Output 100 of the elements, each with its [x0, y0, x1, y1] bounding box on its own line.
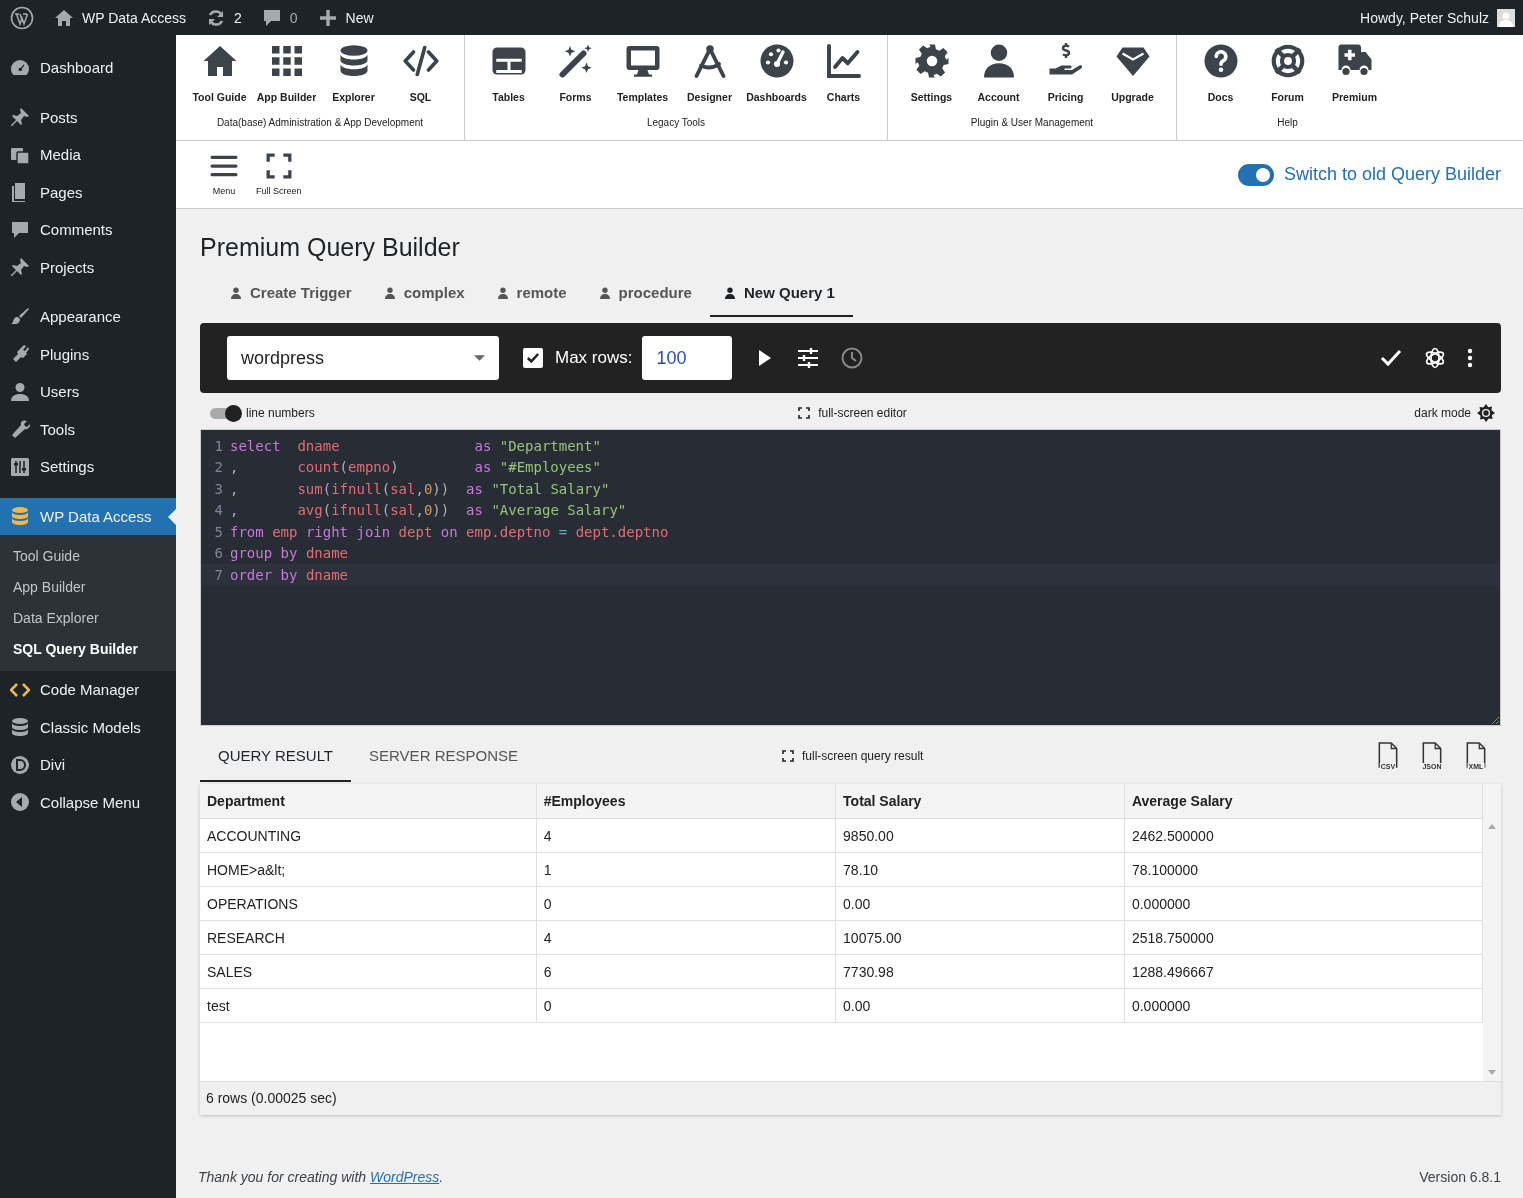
toolbar-button[interactable]: SQL: [387, 35, 454, 103]
sidebar-item[interactable]: Settings: [0, 448, 176, 486]
table-cell: 2518.750000: [1124, 920, 1483, 955]
user-icon: [496, 286, 509, 299]
submenu-item[interactable]: SQL Query Builder: [0, 634, 176, 665]
avatar-icon: [1497, 8, 1515, 27]
toolbar-button[interactable]: Pricing: [1032, 35, 1099, 103]
query-tab[interactable]: procedure: [584, 274, 710, 317]
sidebar-item[interactable]: Tools: [0, 410, 176, 448]
toolbar-button[interactable]: Forms: [542, 35, 609, 103]
table-cell: 0.00: [835, 886, 1125, 921]
menu-icon: [210, 153, 238, 179]
sidebar-item[interactable]: Dashboard: [0, 49, 176, 87]
toolbar-group-label: Data(base) Administration & App Development: [216, 117, 424, 128]
site-name-link[interactable]: WP Data Access: [82, 9, 186, 26]
menu-button[interactable]: Menu: [206, 153, 242, 196]
sidebar-item[interactable]: Code Manager: [0, 671, 176, 709]
sidebar-item[interactable]: Appearance: [0, 298, 176, 336]
column-header[interactable]: Total Salary: [835, 784, 1125, 819]
home-icon: [201, 43, 238, 79]
submenu-item[interactable]: App Builder: [0, 572, 176, 603]
toolbar-button[interactable]: Tool Guide: [186, 35, 253, 103]
greeting-link[interactable]: Howdy, Peter Schulz: [1360, 9, 1489, 26]
refresh-icon: [206, 7, 226, 28]
table-cell: HOME>a&lt;: [200, 852, 537, 887]
sidebar-item[interactable]: WP Data Access: [0, 497, 176, 535]
toolbar-button[interactable]: Forum: [1254, 35, 1321, 103]
collapse-icon: [10, 792, 30, 813]
toolbar-button[interactable]: Settings: [898, 35, 965, 103]
max-rows-checkbox[interactable]: [523, 348, 543, 368]
sidebar-item[interactable]: Collapse Menu: [0, 783, 176, 821]
column-header[interactable]: Department: [200, 784, 537, 819]
table-cell: 9850.00: [835, 818, 1125, 853]
sidebar-item[interactable]: Divi: [0, 746, 176, 784]
sidebar-item[interactable]: Users: [0, 373, 176, 411]
table-cell: OPERATIONS: [200, 886, 537, 921]
toolbar-button[interactable]: Docs: [1187, 35, 1254, 103]
sidebar-item[interactable]: Posts: [0, 98, 176, 136]
new-link[interactable]: New: [345, 9, 374, 26]
result-tab[interactable]: SERVER RESPONSE: [351, 730, 536, 782]
toolbar-button[interactable]: Tables: [475, 35, 542, 103]
full-screen-editor-link[interactable]: full-screen editor: [818, 406, 907, 420]
table-cell: 78.100000: [1124, 852, 1483, 887]
query-tab[interactable]: Create Trigger: [216, 274, 370, 317]
comments-count[interactable]: 0: [289, 9, 298, 26]
result-tab[interactable]: QUERY RESULT: [200, 730, 352, 782]
line-numbers-toggle[interactable]: [210, 407, 240, 419]
query-tab[interactable]: remote: [482, 274, 585, 317]
table-cell: 0: [536, 886, 836, 921]
sidebar-item[interactable]: Plugins: [0, 335, 176, 373]
caret-icon: [474, 355, 485, 361]
settings-icon: [913, 43, 950, 79]
toolbar-button[interactable]: Templates: [609, 35, 676, 103]
sidebar-item[interactable]: Classic Models: [0, 708, 176, 746]
checkmark-icon: [525, 350, 541, 366]
toolbar-button[interactable]: Upgrade: [1099, 35, 1166, 103]
toolbar-button[interactable]: Dashboards: [743, 35, 810, 103]
resize-grip-icon[interactable]: [1491, 716, 1499, 724]
toolbar-button[interactable]: Charts: [810, 35, 877, 103]
user-icon: [10, 381, 30, 402]
wordpress-logo-icon[interactable]: [10, 5, 34, 30]
sidebar-item[interactable]: Media: [0, 136, 176, 174]
table-cell: 1: [536, 852, 836, 887]
more-options-icon[interactable]: [1467, 346, 1473, 370]
table-cell: 0.00: [835, 988, 1125, 1023]
sidebar-item[interactable]: Pages: [0, 173, 176, 211]
history-clock-icon[interactable]: [840, 346, 865, 370]
toolbar-group-label: Legacy Tools: [646, 117, 706, 128]
sidebar-item[interactable]: Comments: [0, 211, 176, 249]
switch-label[interactable]: Switch to old Query Builder: [1283, 164, 1501, 185]
dark-mode-label: dark mode: [1414, 406, 1471, 420]
table-cell: 0.000000: [1124, 988, 1483, 1023]
toolbar-button[interactable]: App Builder: [253, 35, 320, 103]
database-icon: [10, 506, 30, 527]
table-cell: 0: [536, 988, 836, 1023]
toggle-switch[interactable]: [1237, 163, 1274, 186]
line-number: 6: [213, 545, 224, 562]
max-rows-field[interactable]: 100: [642, 336, 733, 380]
full-screen-result-link[interactable]: full-screen query result: [802, 749, 924, 763]
table-cell: 10075.00: [835, 920, 1125, 955]
column-header[interactable]: Average Salary: [1124, 784, 1483, 819]
brightness-icon[interactable]: [1477, 404, 1495, 422]
toolbar-button[interactable]: Account: [965, 35, 1032, 103]
toolbar-button[interactable]: Designer: [676, 35, 743, 103]
ai-knot-icon[interactable]: [1423, 346, 1447, 370]
toolbar-button[interactable]: Premium: [1321, 35, 1388, 103]
column-header[interactable]: #Employees: [536, 784, 836, 819]
sliders-icon[interactable]: [796, 346, 821, 370]
updates-count[interactable]: 2: [234, 9, 242, 26]
submenu-item[interactable]: Tool Guide: [0, 541, 176, 572]
full-screen-button[interactable]: Full Screen: [252, 153, 306, 196]
table-cell: 78.10: [835, 852, 1125, 887]
query-tab[interactable]: New Query 1: [709, 274, 853, 317]
toolbar-button[interactable]: Explorer: [320, 35, 387, 103]
submenu-item[interactable]: Data Explorer: [0, 603, 176, 634]
toolbar-group-label: Plugin & User Management: [970, 117, 1094, 128]
sidebar-item[interactable]: Projects: [0, 248, 176, 286]
code-line: , avg(ifnull(sal,0)) as "Average Salary": [230, 502, 627, 519]
query-tab[interactable]: complex: [369, 274, 483, 317]
database-select[interactable]: wordpress: [227, 336, 499, 380]
